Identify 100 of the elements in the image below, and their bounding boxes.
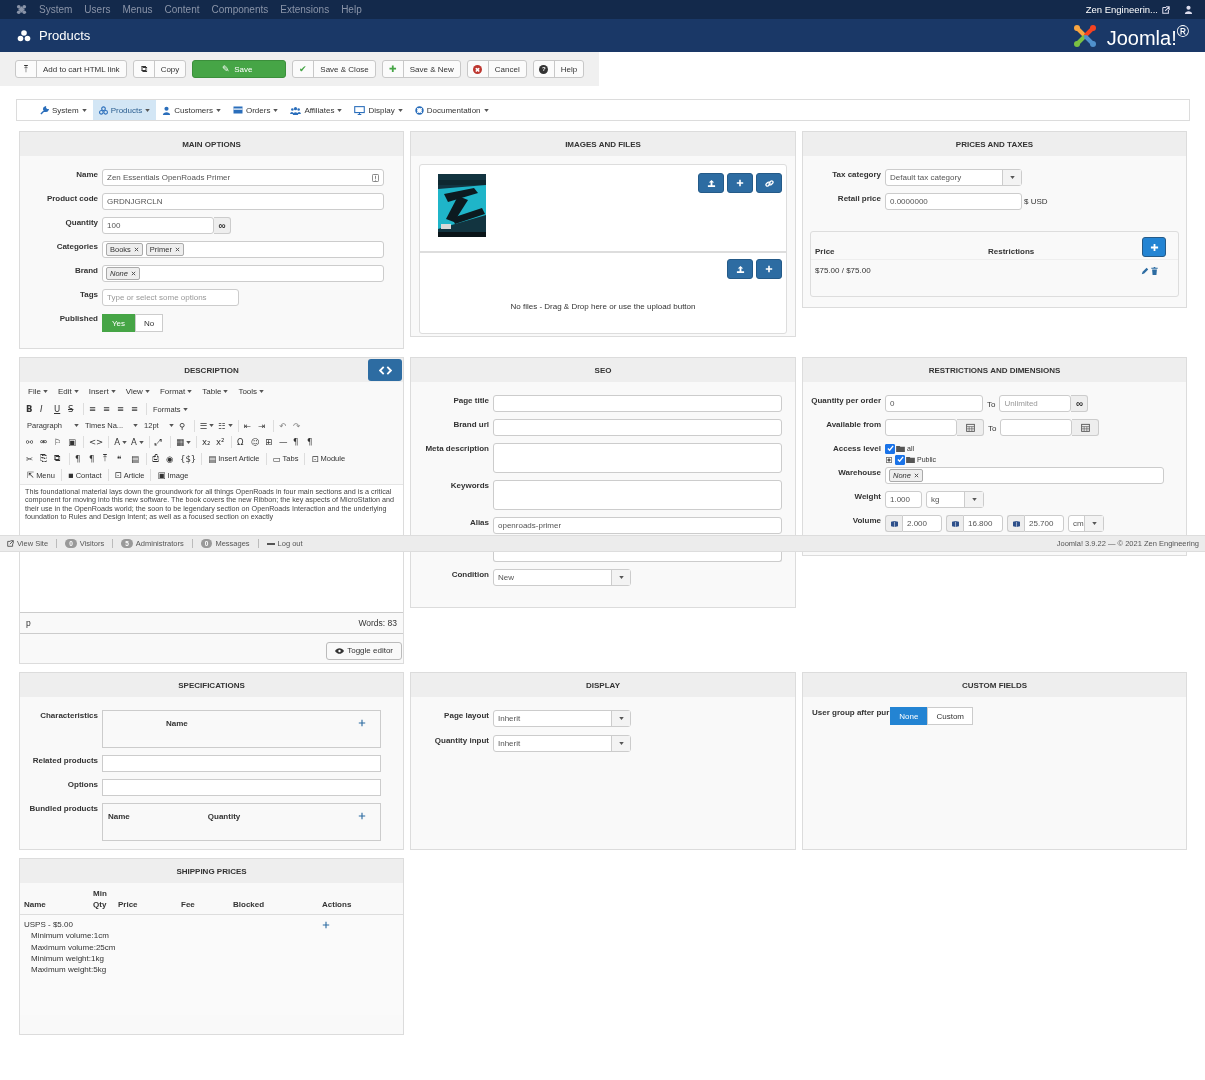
editor-tool-button[interactable]: ⚮ [38, 434, 52, 450]
add-icon[interactable] [358, 719, 366, 727]
nav-tab[interactable]: Products [92, 100, 157, 120]
menu-item[interactable]: System [39, 4, 73, 15]
menu-item[interactable]: Content [164, 4, 200, 15]
toolbar-button[interactable]: ✚ Save & New [381, 60, 461, 78]
alias-field[interactable]: openroads-primer [493, 517, 782, 534]
editor-tool-button[interactable]: ⎙ [150, 451, 164, 467]
tax-category-select[interactable]: Default tax category [885, 169, 1022, 186]
toolbar-button[interactable]: ✔ Save & Close [292, 60, 376, 78]
editor-tool-button[interactable]: ≡ [101, 401, 115, 417]
unit-select[interactable]: cm [1068, 515, 1104, 532]
unlimited-button[interactable]: ∞ [1071, 395, 1089, 412]
editor-tool-button[interactable]: ⧉ [52, 451, 66, 467]
user-name[interactable]: Zen Engineerin... [1085, 4, 1158, 15]
add-button[interactable] [1142, 237, 1166, 257]
editor-tool-button[interactable]: ≡ [115, 401, 129, 417]
condition-select[interactable]: New [493, 569, 631, 586]
quantity-field[interactable]: 100 [102, 217, 214, 234]
edit-icon[interactable] [1141, 266, 1149, 275]
editor-menu[interactable]: File [24, 387, 52, 396]
editor-tool-button[interactable]: ≡ [87, 401, 101, 417]
menu-item[interactable]: Menus [122, 4, 153, 15]
editor-tool-button[interactable]: Ω [234, 434, 249, 450]
text-field[interactable] [493, 395, 782, 412]
weight-field[interactable]: 1.000 [885, 491, 922, 508]
editor-tool-button[interactable]: ☰ [197, 418, 217, 434]
nav-tab[interactable]: Customers [156, 100, 227, 120]
calendar-button[interactable] [1072, 419, 1100, 436]
editor-tool-button[interactable]: ≡ [129, 401, 143, 417]
editor-tool-button[interactable]: ⇥ [255, 418, 270, 434]
dimension-field[interactable]: 2.000 [902, 515, 942, 532]
nav-tab[interactable]: Orders [226, 100, 285, 120]
editor-tool-button[interactable]: ⇤ [241, 418, 256, 434]
add-icon[interactable] [358, 812, 366, 820]
options-field[interactable] [102, 779, 381, 796]
remove-icon[interactable] [130, 271, 136, 276]
editor-menu[interactable]: View [121, 387, 154, 396]
external-link-icon[interactable] [7, 540, 14, 547]
editor-tool-button[interactable]: S [66, 401, 80, 417]
editor-tool-button[interactable]: ¶ [290, 434, 305, 450]
editor-tool-button[interactable]: <> [87, 434, 106, 450]
editor-tool-button[interactable]: A [129, 434, 146, 450]
nav-tab[interactable]: Display [348, 100, 409, 120]
editor-tool-button[interactable]: {$} [178, 451, 199, 467]
editor-tool-button[interactable]: ▣ [66, 434, 80, 450]
link-button[interactable] [756, 173, 782, 193]
text-field[interactable] [493, 419, 782, 436]
editor-tool-button[interactable]: — [276, 434, 291, 450]
editor-tool-button[interactable]: ⚐ [52, 434, 66, 450]
editor-tool-button[interactable]: B [24, 401, 38, 417]
toggle-editor-button[interactable]: Toggle editor [326, 641, 402, 660]
unlimited-button[interactable]: ∞ [214, 217, 231, 234]
editor-tool-button[interactable]: ☷ [216, 418, 235, 434]
editor-menu[interactable]: Table [198, 387, 233, 396]
editor-tool-button[interactable]: ▤ [129, 451, 143, 467]
editor-tool-button[interactable]: ¶ [87, 451, 101, 467]
toggle-option[interactable]: Custom [927, 707, 974, 725]
menu-item[interactable]: Components [211, 4, 269, 15]
editor-tool-button[interactable]: ⤒ [101, 451, 115, 467]
code-view-button[interactable] [368, 359, 402, 381]
remove-icon[interactable] [133, 247, 139, 252]
dimension-field[interactable]: 25.700 [1024, 515, 1064, 532]
upload-button[interactable] [727, 259, 753, 279]
date-field[interactable] [1000, 419, 1073, 436]
add-icon[interactable] [322, 921, 330, 929]
editor-tool-button[interactable]: A [112, 434, 130, 450]
menu-item[interactable]: Extensions [280, 4, 330, 15]
editor-tool-button[interactable]: ⤢ [152, 434, 167, 450]
add-button[interactable] [727, 173, 753, 193]
delete-icon[interactable] [1151, 266, 1158, 275]
text-field[interactable]: GRDNJGRCLN [102, 193, 384, 210]
add-button[interactable] [756, 259, 782, 279]
editor-tool-button[interactable]: ⚲ [176, 418, 191, 434]
select-field[interactable]: Inherit [493, 710, 631, 727]
joomla-icon[interactable] [16, 4, 27, 15]
checkbox[interactable] [895, 454, 905, 465]
editor-menu[interactable]: Insert [84, 387, 120, 396]
editor-tool-button[interactable]: x² [213, 434, 228, 450]
editor-tool-button[interactable]: I [38, 401, 52, 417]
editor-tool-button[interactable]: ◉ [164, 451, 178, 467]
checkbox[interactable] [885, 443, 895, 454]
text-field[interactable] [493, 552, 782, 562]
related-products-field[interactable] [102, 755, 381, 772]
upload-button[interactable] [698, 173, 724, 193]
editor-tool-button[interactable]: ¶ [73, 451, 87, 467]
calendar-button[interactable] [957, 419, 984, 436]
toggle-option[interactable]: None [890, 707, 928, 725]
dimension-field[interactable]: 16.800 [963, 515, 1003, 532]
toolbar-button[interactable]: ⧉ Copy [132, 60, 187, 78]
editor-menu[interactable]: Format [155, 387, 197, 396]
date-field[interactable] [885, 419, 957, 436]
user-icon[interactable] [1184, 5, 1193, 14]
unit-select[interactable]: kg [926, 491, 984, 508]
menu-item[interactable]: Users [84, 4, 111, 15]
expand-icon[interactable] [886, 456, 892, 463]
text-field[interactable]: Zen Essentials OpenRoads Primer [102, 169, 384, 186]
editor-menu[interactable]: Tools [234, 387, 269, 396]
editor-tool-button[interactable]: ❝ [115, 451, 129, 467]
editor-tool-button[interactable]: ▦ [173, 434, 193, 450]
